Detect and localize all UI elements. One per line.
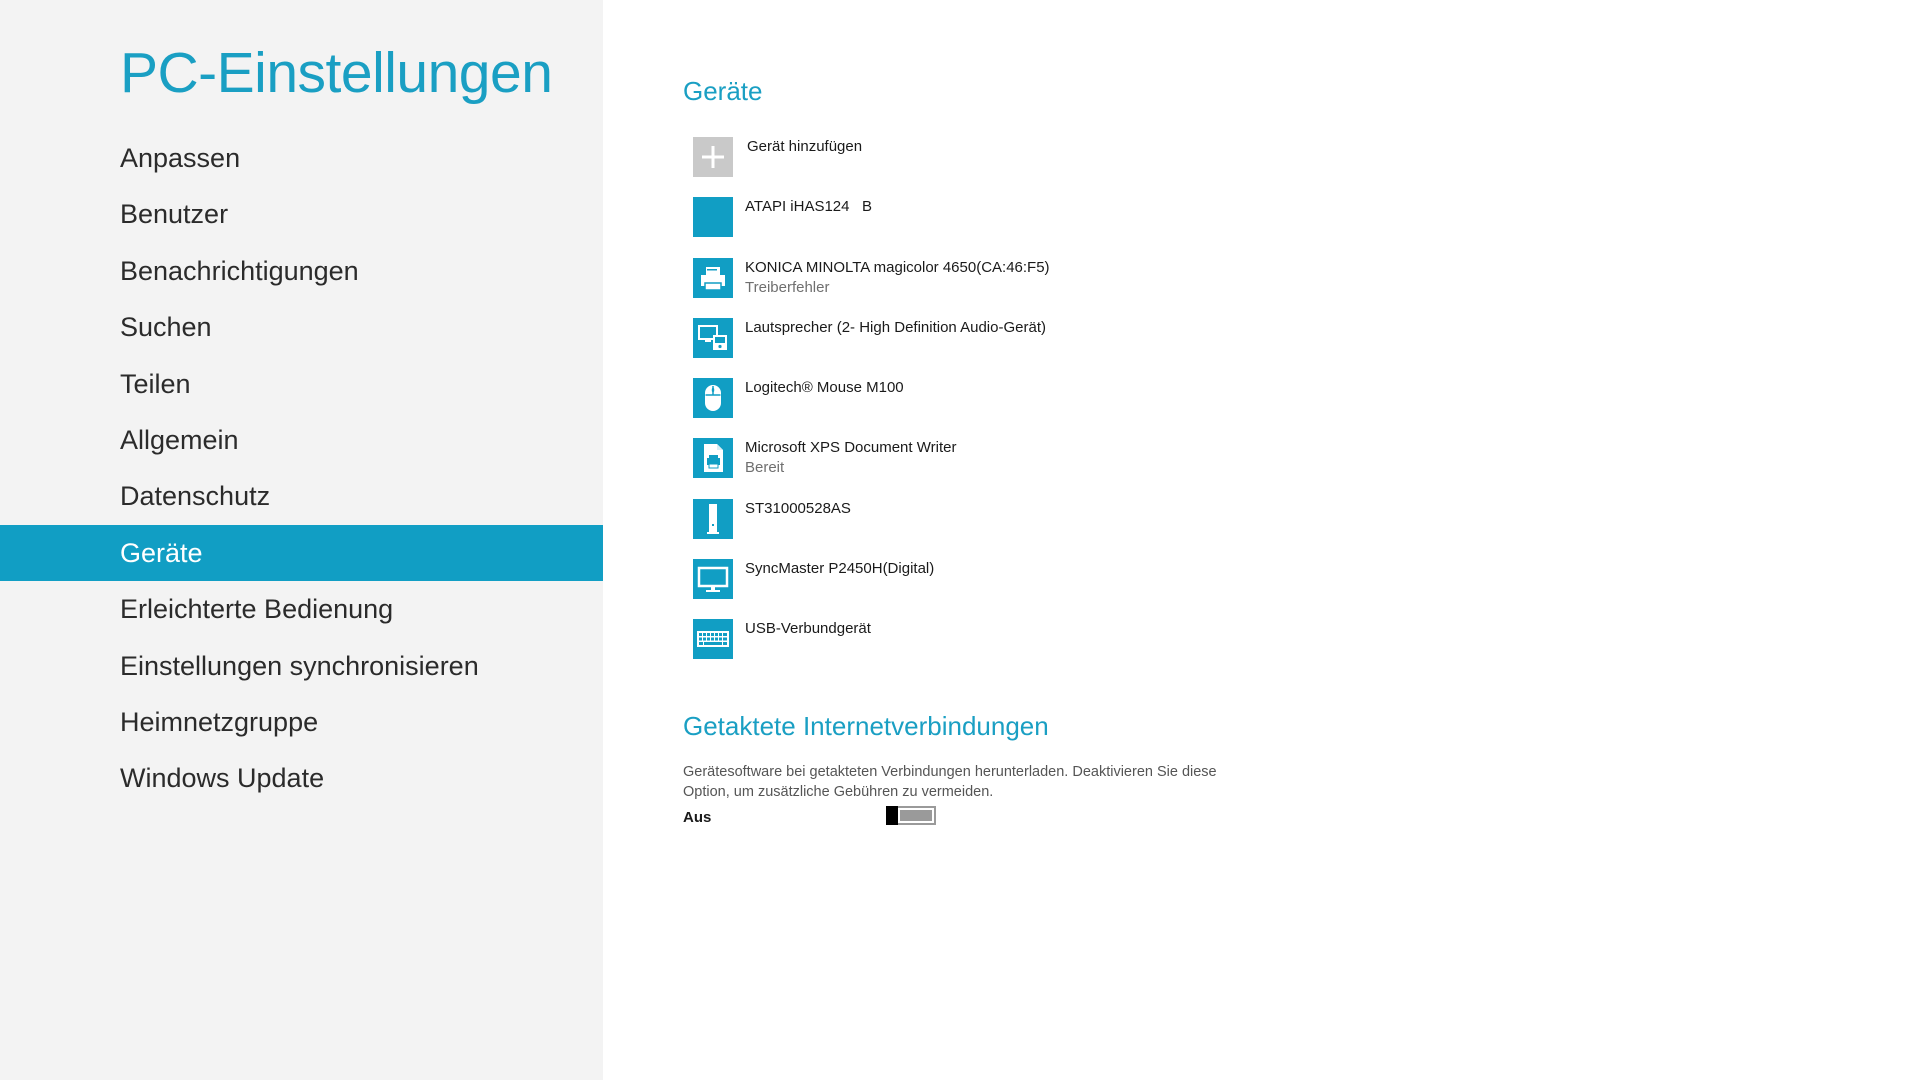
- device-list: Gerät hinzufügen ATAPI iHAS124 B KONICA …: [693, 133, 1393, 676]
- nav-item-erleichterte-bedienung[interactable]: Erleichterte Bedienung: [0, 581, 603, 637]
- nav-item-benachrichtigungen[interactable]: Benachrichtigungen: [0, 243, 603, 299]
- nav-item-einstellungen-synchronisieren[interactable]: Einstellungen synchronisieren: [0, 638, 603, 694]
- nav-item-anpassen[interactable]: Anpassen: [0, 130, 603, 186]
- pc-settings-window: PC-Einstellungen Anpassen Benutzer Benac…: [0, 0, 1920, 1080]
- nav-item-heimnetzgruppe[interactable]: Heimnetzgruppe: [0, 694, 603, 750]
- device-item[interactable]: KONICA MINOLTA magicolor 4650(CA:46:F5) …: [693, 254, 1393, 314]
- metered-download-toggle[interactable]: [886, 806, 936, 825]
- add-device-button[interactable]: Gerät hinzufügen: [693, 133, 1393, 193]
- mouse-icon: [705, 385, 721, 412]
- nav-item-allgemein[interactable]: Allgemein: [0, 412, 603, 468]
- add-device-tile[interactable]: [693, 137, 733, 177]
- device-text: ST31000528AS: [745, 499, 851, 519]
- printer-icon: [701, 266, 725, 291]
- device-name: Microsoft XPS Document Writer: [745, 439, 957, 457]
- device-item[interactable]: Microsoft XPS Document Writer Bereit: [693, 434, 1393, 494]
- toggle-thumb[interactable]: [886, 806, 898, 825]
- device-tile: [693, 619, 733, 660]
- hard-drive-icon: [707, 503, 719, 534]
- device-tile: [693, 257, 733, 298]
- device-item[interactable]: Lautsprecher (2- High Definition Audio-G…: [693, 314, 1393, 374]
- device-item[interactable]: Logitech® Mouse M100: [693, 374, 1393, 434]
- add-device-label: Gerät hinzufügen: [747, 138, 863, 155]
- device-status: Treiberfehler: [745, 278, 830, 296]
- device-tile: [693, 498, 733, 539]
- device-tile: [693, 317, 733, 358]
- nav-item-suchen[interactable]: Suchen: [0, 299, 603, 355]
- device-text: Lautsprecher (2- High Definition Audio-G…: [745, 318, 1046, 338]
- device-tile: [693, 378, 733, 419]
- device-tile: [693, 559, 733, 600]
- device-item[interactable]: ATAPI iHAS124 B: [693, 193, 1393, 253]
- device-text: Microsoft XPS Document Writer Bereit: [745, 438, 956, 478]
- app-title: PC-Einstellungen: [120, 41, 553, 105]
- device-text: Logitech® Mouse M100: [745, 378, 904, 398]
- device-name: Lautsprecher (2- High Definition Audio-G…: [745, 318, 1046, 336]
- device-name: ATAPI iHAS124 B: [745, 198, 872, 216]
- device-item[interactable]: SyncMaster P2450H(Digital): [693, 555, 1393, 615]
- nav-item-windows-update[interactable]: Windows Update: [0, 750, 603, 806]
- nav-item-benutzer[interactable]: Benutzer: [0, 186, 603, 242]
- device-item[interactable]: ST31000528AS: [693, 495, 1393, 555]
- metered-section-title: Getaktete Internetverbindungen: [683, 711, 1049, 741]
- toggle-track: [900, 810, 932, 821]
- nav-item-geraete[interactable]: Geräte: [0, 524, 603, 582]
- device-name: KONICA MINOLTA magicolor 4650(CA:46:F5): [745, 258, 1050, 276]
- plus-icon: [702, 146, 724, 168]
- metered-description: Gerätesoftware bei getakteten Verbindung…: [683, 764, 1217, 800]
- optical-drive-icon: [693, 197, 733, 237]
- main-content: Geräte Gerät hinzufügen ATAPI iHAS124 B …: [683, 0, 1863, 1080]
- nav-list: Anpassen Benutzer Benachrichtigungen Suc…: [0, 130, 603, 807]
- device-status: Bereit: [745, 459, 785, 477]
- monitor-icon: [697, 566, 729, 593]
- nav-item-teilen[interactable]: Teilen: [0, 356, 603, 412]
- devices-section-title: Geräte: [683, 76, 763, 106]
- keyboard-icon: [697, 631, 729, 648]
- device-text: KONICA MINOLTA magicolor 4650(CA:46:F5) …: [745, 258, 1050, 298]
- toggle-state-label: Aus: [683, 809, 712, 826]
- device-item[interactable]: USB-Verbundgerät: [693, 615, 1393, 675]
- document-printer-icon: [704, 444, 723, 473]
- nav-item-datenschutz[interactable]: Datenschutz: [0, 468, 603, 524]
- add-device-text: Gerät hinzufügen: [747, 137, 862, 157]
- device-name: Logitech® Mouse M100: [745, 379, 904, 397]
- device-name: USB-Verbundgerät: [745, 620, 871, 638]
- multimedia-device-icon: [698, 324, 727, 350]
- device-text: SyncMaster P2450H(Digital): [745, 559, 934, 579]
- device-name: SyncMaster P2450H(Digital): [745, 560, 935, 578]
- sidebar: PC-Einstellungen Anpassen Benutzer Benac…: [0, 0, 603, 1080]
- device-tile: [693, 438, 733, 479]
- device-name: ST31000528AS: [745, 499, 851, 517]
- device-text: ATAPI iHAS124 B: [745, 197, 872, 217]
- device-tile: [693, 197, 733, 238]
- device-text: USB-Verbundgerät: [745, 619, 871, 639]
